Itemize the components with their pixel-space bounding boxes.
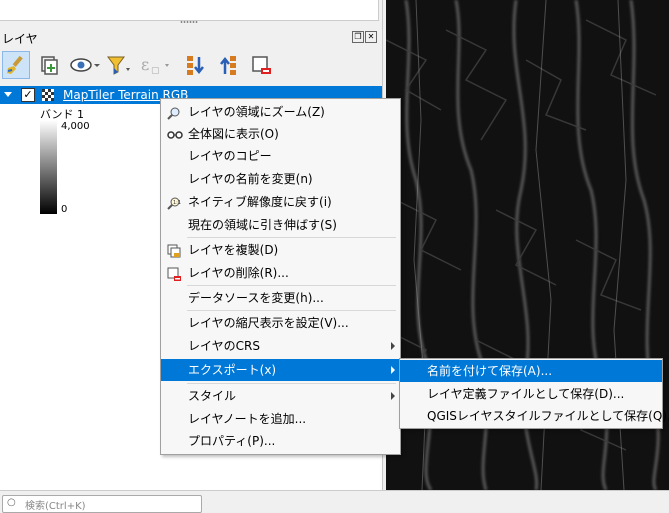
submenu-save-as[interactable]: 名前を付けて保存(A)... (400, 360, 662, 382)
menu-add-layer-note[interactable]: レイヤノートを追加... (161, 408, 400, 430)
menu-separator (187, 285, 396, 286)
close-icon[interactable]: ✕ (365, 31, 377, 43)
menu-stretch-to-extent[interactable]: 現在の領域に引き伸ばす(S) (161, 214, 400, 236)
menu-rename-layer[interactable]: レイヤの名前を変更(n) (161, 168, 400, 190)
expression-filter-icon[interactable]: ε ▢ (137, 51, 173, 79)
svg-text:1:1: 1:1 (173, 200, 181, 206)
layer-checkbox[interactable]: ✓ (21, 88, 35, 102)
submenu-arrow-icon (391, 392, 395, 400)
legend-max: 4,000 (61, 121, 90, 132)
menu-remove-layer[interactable]: レイヤの削除(R)... (161, 262, 400, 284)
search-icon: ○ (7, 497, 16, 508)
submenu-save-layer-definition[interactable]: レイヤ定義ファイルとして保存(D)... (400, 383, 662, 405)
splitter-grip-icon[interactable] (180, 20, 198, 24)
collapse-arrow-icon[interactable] (4, 92, 12, 97)
raster-layer-icon (42, 89, 54, 101)
zoom-icon (167, 105, 181, 120)
menu-duplicate-layer[interactable]: レイヤを複製(D) (161, 239, 400, 261)
menu-properties[interactable]: プロパティ(P)... (161, 430, 400, 452)
menu-set-scale-visibility[interactable]: レイヤの縮尺表示を設定(V)... (161, 312, 400, 334)
submenu-save-qgis-style[interactable]: QGISレイヤスタイルファイルとして保存(Q)... (400, 405, 669, 427)
menu-copy-layer[interactable]: レイヤのコピー (161, 145, 400, 167)
menu-separator (187, 310, 396, 311)
locator-search-field[interactable]: ○ 検索(Ctrl+K) (2, 495, 202, 513)
svg-text:ε: ε (141, 55, 149, 74)
menu-separator (187, 237, 396, 238)
expand-all-icon[interactable] (181, 51, 209, 79)
menu-native-resolution[interactable]: 1:1 ネイティブ解像度に戻す(i) (161, 191, 400, 213)
filter-icon[interactable] (104, 51, 134, 79)
panel-top-area (0, 0, 379, 21)
overview-icon (167, 127, 183, 141)
menu-show-in-overview[interactable]: 全体図に表示(O) (161, 123, 400, 145)
search-placeholder: 検索(Ctrl+K) (25, 501, 86, 512)
remove-layer-icon[interactable] (247, 51, 275, 79)
legend-gradient (40, 120, 57, 214)
visibility-eye-icon[interactable] (68, 51, 102, 79)
menu-change-datasource[interactable]: データソースを変更(h)... (161, 287, 400, 309)
style-brush-icon[interactable] (2, 51, 30, 79)
submenu-arrow-icon (391, 366, 395, 374)
menu-export[interactable]: エクスポート(x) (161, 359, 400, 381)
panel-title: レイヤ (2, 32, 38, 46)
collapse-all-icon[interactable] (214, 51, 242, 79)
legend-min: 0 (61, 204, 68, 215)
float-icon[interactable]: ❐ (352, 31, 364, 43)
menu-style[interactable]: スタイル (161, 385, 400, 407)
native-resolution-icon: 1:1 (167, 195, 181, 210)
add-group-icon[interactable] (35, 51, 63, 79)
export-submenu: 名前を付けて保存(A)... レイヤ定義ファイルとして保存(D)... QGIS… (399, 358, 669, 429)
submenu-arrow-icon (391, 342, 395, 350)
remove-icon (167, 266, 181, 281)
menu-layer-crs[interactable]: レイヤのCRS (161, 335, 400, 357)
svg-text:▢: ▢ (151, 66, 160, 76)
menu-separator (187, 383, 396, 384)
context-menu: レイヤの領域にズーム(Z) 全体図に表示(O) レイヤのコピー レイヤの名前を変… (160, 98, 401, 455)
duplicate-icon (167, 243, 181, 258)
menu-zoom-to-layer[interactable]: レイヤの領域にズーム(Z) (161, 101, 400, 123)
